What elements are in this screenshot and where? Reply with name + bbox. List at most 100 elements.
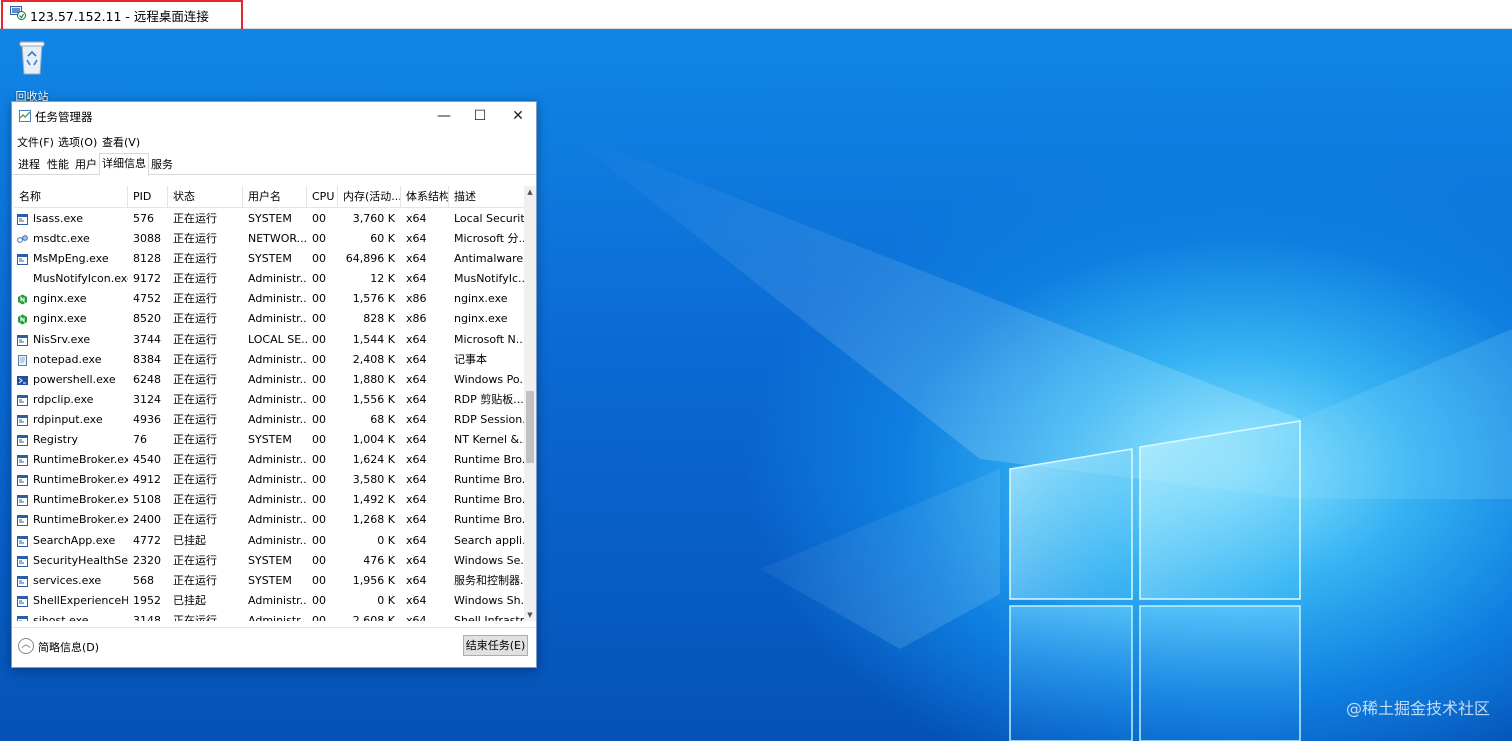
cell-architecture: x64 <box>406 593 427 607</box>
cell-name: rdpinput.exe <box>33 412 103 426</box>
cell-pid: 6248 <box>133 372 161 386</box>
cell-status: 正在运行 <box>173 252 217 266</box>
tab-services[interactable]: 服务 <box>149 156 175 175</box>
fewer-details-link[interactable]: 简略信息(D) <box>38 639 99 655</box>
cell-username: Administr... <box>248 513 307 527</box>
app-window-icon <box>17 414 28 426</box>
table-row[interactable]: RuntimeBroker.exe 4912 正在运行 Administr... 00 3… <box>14 470 524 490</box>
cell-name: notepad.exe <box>33 352 102 366</box>
cell-pid: 4936 <box>133 412 161 426</box>
cell-username: SYSTEM <box>248 252 292 266</box>
maximize-button[interactable]: ☐ <box>462 102 498 130</box>
table-row[interactable]: RuntimeBroker.exe 5108 正在运行 Administr... 00 1… <box>14 490 524 510</box>
cell-status: 已挂起 <box>173 533 206 547</box>
table-row[interactable]: SecurityHealthServi... 2320 正在运行 SYSTEM 00 47… <box>14 551 524 571</box>
scroll-down-icon[interactable]: ▼ <box>524 609 536 621</box>
window-footer: ︿ 简略信息(D) 结束任务(E) <box>12 627 536 667</box>
table-row[interactable]: rdpclip.exe 3124 正在运行 Administr... 00 1,556 K… <box>14 390 524 410</box>
table-row[interactable]: lsass.exe 576 正在运行 SYSTEM 00 3,760 K x64 Local … <box>14 209 524 229</box>
cell-architecture: x64 <box>406 553 427 567</box>
tab-performance[interactable]: 性能 <box>45 156 71 175</box>
cell-name: SecurityHealthServi... <box>33 553 128 567</box>
table-row[interactable]: ShellExperienceHo... 1952 已挂起 Administr... 0… <box>14 591 524 611</box>
table-row[interactable]: nginx.exe 8520 正在运行 Administr... 00 828 K x86 n… <box>14 309 524 329</box>
cell-description: 记事本 <box>454 352 487 366</box>
cell-pid: 3148 <box>133 613 161 621</box>
col-pid[interactable]: PID <box>128 186 168 208</box>
chevron-up-icon[interactable]: ︿ <box>18 638 34 654</box>
menu-view[interactable]: 查看(V) <box>102 134 140 150</box>
task-manager-window[interactable]: 任务管理器 — ☐ ✕ 文件(F) 选项(O) 查看(V) 进程 性能 用户 详… <box>11 101 537 668</box>
table-row[interactable]: RuntimeBroker.exe 4540 正在运行 Administr... 00 1… <box>14 450 524 470</box>
cell-cpu: 00 <box>312 493 326 507</box>
menu-options[interactable]: 选项(O) <box>58 134 97 150</box>
cell-pid: 8128 <box>133 252 161 266</box>
table-row[interactable]: services.exe 568 正在运行 SYSTEM 00 1,956 K x64 服务和… <box>14 571 524 591</box>
cell-memory: 1,556 K <box>352 392 395 406</box>
cell-username: Administr... <box>248 593 307 607</box>
cell-name: ShellExperienceHo... <box>33 593 128 607</box>
table-row[interactable]: powershell.exe 6248 正在运行 Administr... 00 1,88… <box>14 370 524 390</box>
cell-cpu: 00 <box>312 332 326 346</box>
cell-status: 正在运行 <box>173 613 217 621</box>
table-row[interactable]: NisSrv.exe 3744 正在运行 LOCAL SE... 00 1,544 K x6… <box>14 330 524 350</box>
table-row[interactable]: SearchApp.exe 4772 已挂起 Administr... 00 0 K x64… <box>14 531 524 551</box>
col-username[interactable]: 用户名 <box>243 186 307 208</box>
table-row[interactable]: msdtc.exe 3088 正在运行 NETWOR... 00 60 K x64 Micro… <box>14 229 524 249</box>
cell-cpu: 00 <box>312 352 326 366</box>
app-window-icon <box>17 435 28 447</box>
powershell-icon <box>17 375 28 386</box>
table-row[interactable]: MsMpEng.exe 8128 正在运行 SYSTEM 00 64,896 K x64 An… <box>14 249 524 269</box>
cell-cpu: 00 <box>312 453 326 467</box>
cell-architecture: x64 <box>406 573 427 587</box>
table-row[interactable]: RuntimeBroker.exe 2400 正在运行 Administr... 00 1… <box>14 510 524 530</box>
cell-description: Runtime Bro... <box>454 453 524 467</box>
col-status[interactable]: 状态 <box>168 186 243 208</box>
vertical-scrollbar[interactable]: ▲ ▼ <box>524 186 536 621</box>
cell-name: nginx.exe <box>33 292 87 306</box>
task-manager-icon <box>19 110 31 122</box>
tab-processes[interactable]: 进程 <box>16 156 42 175</box>
col-architecture[interactable]: 体系结构 <box>401 186 449 208</box>
minimize-button[interactable]: — <box>426 102 462 130</box>
nginx-icon <box>17 294 28 305</box>
recycle-bin-shortcut[interactable]: 回收站 <box>10 39 54 104</box>
tab-users[interactable]: 用户 <box>73 156 99 175</box>
cell-description: Runtime Bro... <box>454 493 524 507</box>
end-task-button[interactable]: 结束任务(E) <box>463 635 528 656</box>
cell-description: Antimalware... <box>454 252 524 266</box>
cell-username: Administr... <box>248 453 307 467</box>
cell-architecture: x64 <box>406 232 427 246</box>
cell-description: Local Securit... <box>454 212 524 225</box>
table-row[interactable]: sihost.exe 3148 正在运行 Administr... 00 2,608 K x… <box>14 611 524 621</box>
cell-status: 已挂起 <box>173 593 206 607</box>
table-row[interactable]: Registry 76 正在运行 SYSTEM 00 1,004 K x64 NT Kerne… <box>14 430 524 450</box>
cell-name: RuntimeBroker.exe <box>33 513 128 527</box>
task-manager-title-bar[interactable]: 任务管理器 — ☐ ✕ <box>12 102 536 130</box>
cell-cpu: 00 <box>312 553 326 567</box>
cell-status: 正在运行 <box>173 392 217 406</box>
scroll-up-icon[interactable]: ▲ <box>524 186 536 198</box>
col-name[interactable]: 名称 <box>14 186 128 208</box>
cell-description: Runtime Bro... <box>454 473 524 487</box>
tab-details[interactable]: 详细信息 <box>99 153 149 176</box>
table-row[interactable]: nginx.exe 4752 正在运行 Administr... 00 1,576 K x8… <box>14 289 524 309</box>
app-window-icon <box>17 495 28 507</box>
cell-status: 正在运行 <box>173 232 217 246</box>
scrollbar-thumb[interactable] <box>526 391 534 463</box>
col-cpu[interactable]: CPU <box>307 186 338 208</box>
app-window-icon <box>17 575 28 587</box>
rdp-title-bar[interactable]: 123.57.152.11 - 远程桌面连接 <box>0 0 1512 29</box>
cell-username: Administr... <box>248 412 307 426</box>
cell-architecture: x64 <box>406 513 427 527</box>
col-description[interactable]: 描述 <box>449 186 524 208</box>
menu-file[interactable]: 文件(F) <box>17 134 54 150</box>
table-row[interactable]: rdpinput.exe 4936 正在运行 Administr... 00 68 K x6… <box>14 410 524 430</box>
table-row[interactable]: MusNotifyIcon.exe 9172 正在运行 Administr... 00 1… <box>14 269 524 289</box>
cell-cpu: 00 <box>312 212 326 225</box>
table-row[interactable]: notepad.exe 8384 正在运行 Administr... 00 2,408 K… <box>14 350 524 370</box>
tab-bar: 进程 性能 用户 详细信息 服务 <box>12 152 536 176</box>
close-button[interactable]: ✕ <box>500 102 536 130</box>
cell-cpu: 00 <box>312 433 326 447</box>
col-memory[interactable]: 内存(活动... <box>338 186 401 208</box>
